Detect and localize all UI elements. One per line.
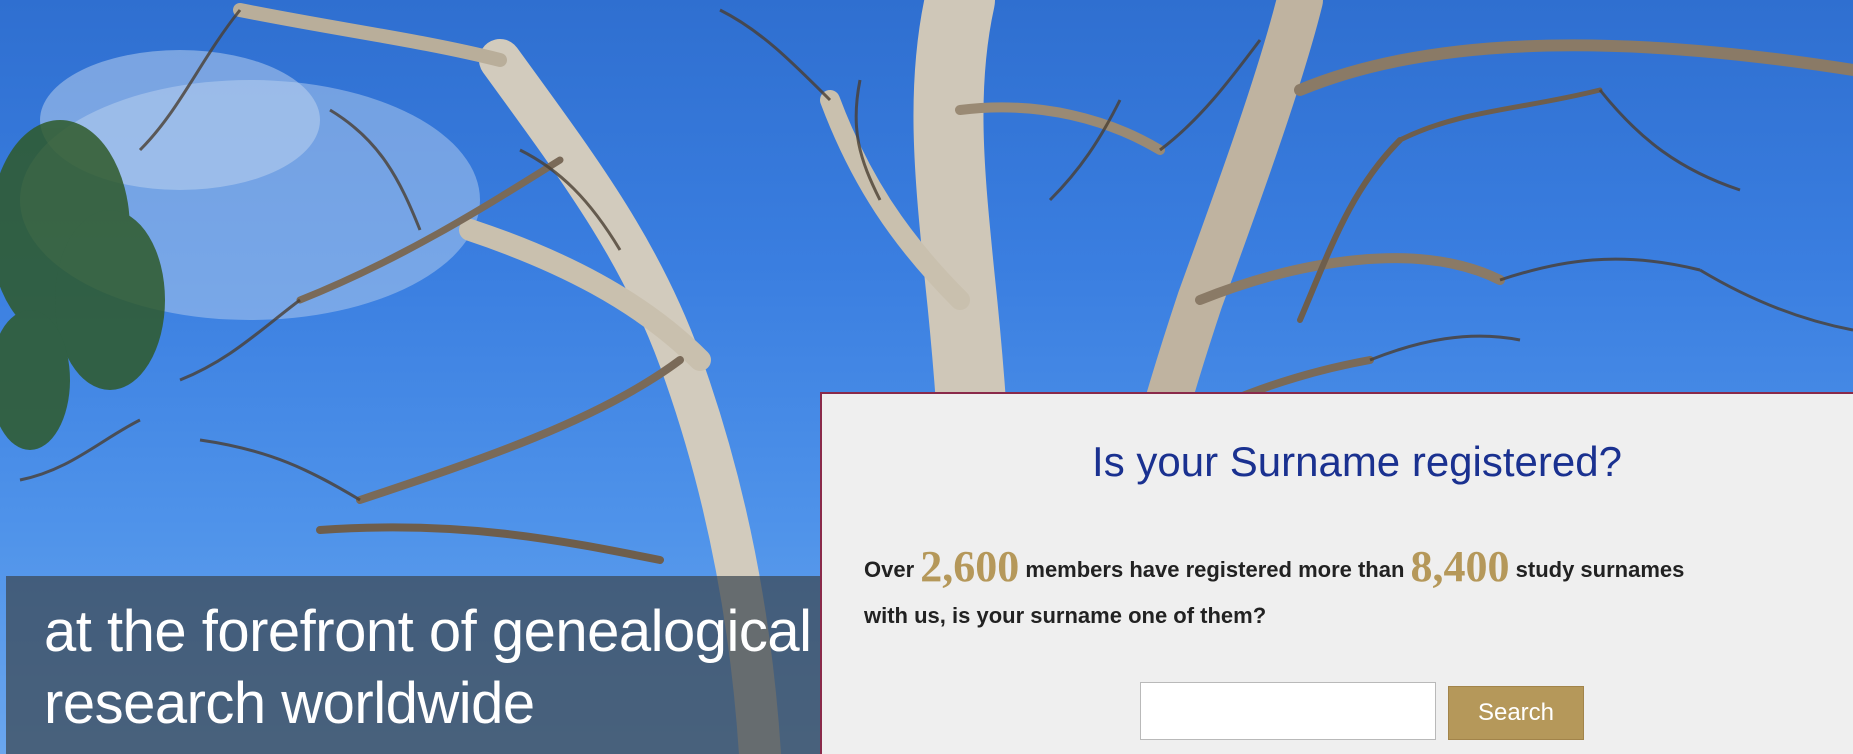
stats-suffix: study surnames — [1509, 557, 1685, 582]
tagline-line-1: at the forefront of genealogical — [44, 599, 812, 664]
hero-banner: at the forefront of genealogical researc… — [0, 0, 1853, 754]
surname-search-input[interactable] — [1140, 682, 1436, 740]
search-button[interactable]: Search — [1448, 686, 1584, 740]
surname-stats-line-2: with us, is your surname one of them? — [864, 603, 1267, 628]
stats-middle: members have registered more than — [1019, 557, 1411, 582]
surname-stats-text: Over 2,600 members have registered more … — [864, 544, 1853, 639]
panel-title: Is your Surname registered? — [1092, 438, 1622, 485]
tagline-line-2: research worldwide — [44, 671, 535, 736]
stats-prefix: Over — [864, 557, 921, 582]
tagline: at the forefront of genealogical researc… — [44, 596, 824, 740]
surnames-count: 8,400 — [1410, 542, 1510, 591]
surname-stats-line-1: Over 2,600 members have registered more … — [864, 544, 1853, 593]
members-count: 2,600 — [920, 542, 1020, 591]
surname-search-panel: Is your Surname registered? Over 2,600 m… — [820, 392, 1853, 754]
